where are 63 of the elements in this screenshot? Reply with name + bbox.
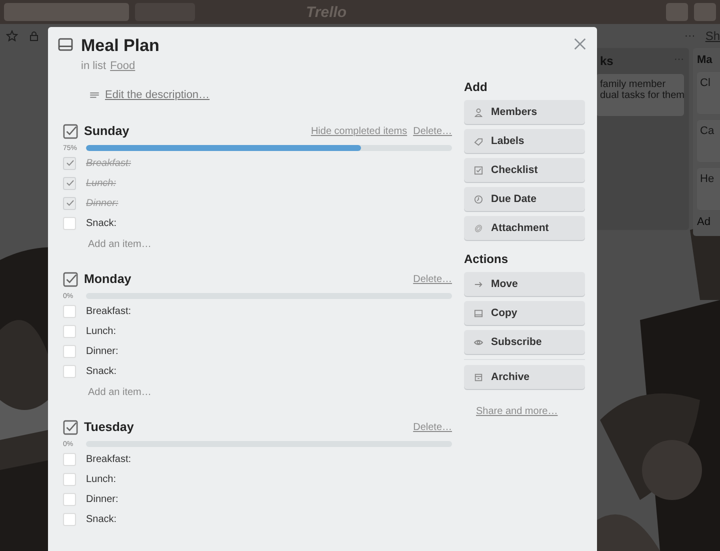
card-text: Ca: [700, 125, 716, 137]
checklist-item[interactable]: Dinner:: [86, 346, 118, 356]
tag-icon: [474, 136, 483, 146]
checkbox[interactable]: [63, 196, 76, 210]
checkbox[interactable]: [63, 344, 76, 358]
checklist-item[interactable]: Lunch:: [86, 326, 116, 336]
checkbox[interactable]: [63, 156, 76, 170]
arrow-icon: [474, 280, 483, 288]
sidebar-button[interactable]: Move: [464, 272, 585, 296]
card-title[interactable]: Meal Plan: [81, 36, 160, 56]
checklist-icon: [63, 420, 78, 434]
lock-icon[interactable]: [28, 30, 40, 42]
actions-heading: Actions: [464, 252, 510, 266]
checkbox[interactable]: [63, 512, 76, 526]
search-field[interactable]: [4, 3, 129, 21]
card-icon: [474, 308, 483, 318]
checkbox[interactable]: [63, 304, 76, 318]
checklist-item[interactable]: Lunch:: [86, 474, 116, 484]
list-label: in list: [81, 60, 106, 72]
checkbox[interactable]: [63, 472, 76, 486]
checklist-item[interactable]: Snack:: [86, 514, 117, 524]
paperclip-icon: [474, 224, 483, 232]
checklist-item[interactable]: Dinner:: [86, 494, 118, 504]
sidebar-button[interactable]: Copy: [464, 301, 585, 325]
card-icon: [58, 38, 73, 51]
checkbox[interactable]: [63, 324, 76, 338]
checklist-item[interactable]: Breakfast:: [86, 454, 132, 464]
sidebar-button[interactable]: Checklist: [464, 158, 585, 182]
card-text: He: [700, 173, 716, 185]
checklist-icon: [63, 272, 78, 286]
close-icon[interactable]: [574, 38, 586, 50]
lines-icon: [90, 92, 99, 98]
archive-icon: [474, 372, 483, 382]
add-heading: Add: [464, 80, 488, 94]
eye-icon: [474, 338, 483, 346]
sidebar-button[interactable]: Subscribe: [464, 330, 585, 354]
sidebar-button[interactable]: Attachment: [464, 216, 585, 240]
checkbox[interactable]: [63, 364, 76, 378]
card-text: family member: [600, 79, 667, 90]
clock-icon: [474, 194, 483, 204]
archive-button[interactable]: Archive: [464, 365, 585, 389]
checkbox[interactable]: [63, 216, 76, 230]
sidebar-button[interactable]: Members: [464, 100, 585, 124]
checklist-item[interactable]: Breakfast:: [86, 306, 132, 316]
checklist-title[interactable]: Tuesday: [84, 420, 134, 434]
list-title: Ma: [697, 54, 712, 66]
checklist-item[interactable]: Snack:: [86, 218, 117, 228]
edit-description-link[interactable]: Edit the description…: [105, 89, 210, 101]
checkbox[interactable]: [63, 492, 76, 506]
notifications-button[interactable]: [694, 3, 716, 21]
checkbox[interactable]: [63, 452, 76, 466]
checkbox-icon: [474, 166, 483, 174]
checklist-icon: [63, 124, 78, 138]
checklist-item[interactable]: Snack:: [86, 366, 117, 376]
sidebar-button[interactable]: Labels: [464, 129, 585, 153]
star-icon[interactable]: [6, 30, 18, 42]
checkbox[interactable]: [63, 176, 76, 190]
checklist-title[interactable]: Sunday: [84, 124, 130, 138]
checklist-title[interactable]: Monday: [84, 272, 132, 286]
person-icon: [474, 108, 483, 116]
sidebar-button[interactable]: Due Date: [464, 187, 585, 211]
add-button[interactable]: [666, 3, 688, 21]
card-text: Cl: [700, 77, 712, 89]
